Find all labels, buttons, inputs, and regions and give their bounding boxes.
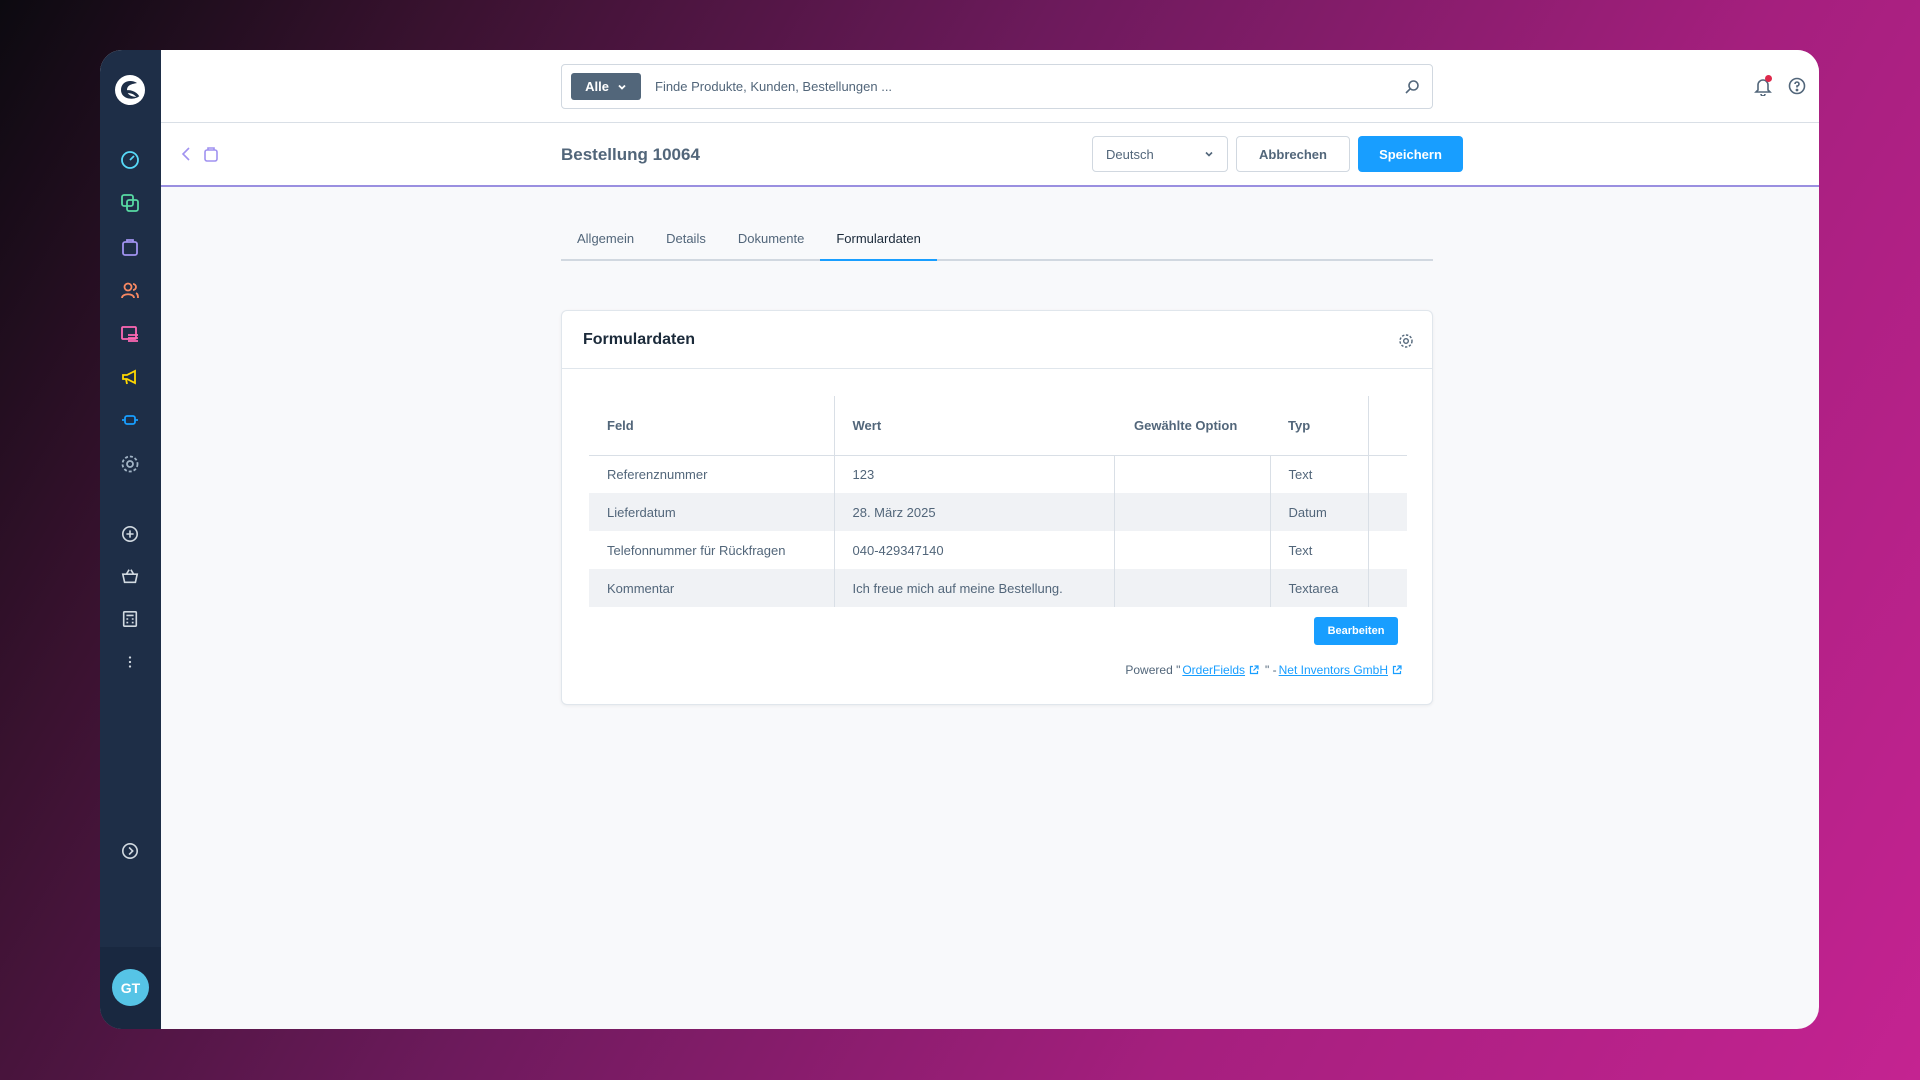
column-header-actions [1368,396,1407,456]
powered-prefix: Powered " [1125,663,1181,677]
tab-allgemein[interactable]: Allgemein [561,225,650,261]
global-search: Alle [561,64,1433,109]
tab-formulardaten[interactable]: Formulardaten [820,225,937,261]
column-header-feld: Feld [589,396,835,456]
search-icon[interactable] [1392,79,1432,95]
search-type-label: Alle [585,79,609,94]
basket-icon[interactable] [116,562,144,590]
back-navigation [179,145,219,168]
column-header-wert: Wert [834,396,1114,456]
tab-dokumente[interactable]: Dokumente [722,225,820,261]
top-bar: Alle [161,50,1819,123]
net-inventors-link[interactable]: Net Inventors GmbH [1279,663,1388,677]
powered-separator: " - [1265,663,1277,677]
cell-typ: Text [1270,531,1369,569]
catalogue-icon[interactable] [116,189,144,217]
orders-module-icon [203,145,219,168]
avatar[interactable]: GT [112,969,149,1006]
cell-feld: Kommentar [589,569,835,607]
form-data-table: Feld Wert Gewählte Option Typ Referenznu… [589,396,1407,607]
cell-actions [1368,531,1407,569]
table-row: Kommentar Ich freue mich auf meine Beste… [589,569,1407,607]
gear-icon[interactable] [1398,333,1414,349]
cancel-button[interactable]: Abbrechen [1236,136,1350,172]
cell-option [1114,455,1271,493]
column-header-option: Gewählte Option [1114,396,1270,456]
chevron-left-icon[interactable] [179,145,193,168]
cell-option [1114,569,1271,607]
sidebar: GT [100,50,161,1029]
cell-wert: Ich freue mich auf meine Bestellung. [834,569,1115,607]
save-button[interactable]: Speichern [1358,136,1463,172]
order-tabs: Allgemein Details Dokumente Formulardate… [561,225,1433,261]
chevron-down-icon [1205,151,1213,157]
cell-feld: Lieferdatum [589,493,835,531]
table-row: Lieferdatum 28. März 2025 Datum [589,493,1407,531]
collapse-sidebar-icon[interactable] [116,837,144,865]
cell-feld: Referenznummer [589,455,835,493]
calculator-icon[interactable] [116,605,144,633]
settings-icon[interactable] [116,450,144,478]
table-row: Referenznummer 123 Text [589,455,1407,493]
help-icon[interactable] [1787,76,1807,96]
sidebar-user-area: GT [100,947,161,1029]
cell-wert: 123 [834,455,1115,493]
search-type-dropdown[interactable]: Alle [571,73,641,100]
main-area: Alle Finde Produkte, Kunden, Bestellunge… [161,50,1819,1029]
language-select-value: Deutsch [1106,146,1154,162]
cell-actions [1368,493,1407,531]
form-data-card: Formulardaten Feld Wert Gewählte Option … [561,310,1433,705]
bell-icon[interactable] [1753,75,1773,96]
search-input[interactable] [641,65,1392,108]
cell-typ: Datum [1270,493,1369,531]
cell-option [1114,531,1271,569]
tab-details[interactable]: Details [650,225,722,261]
cell-feld: Telefonnummer für Rückfragen [589,531,835,569]
card-title: Formulardaten [583,331,696,348]
external-link-icon [1249,665,1259,675]
cell-actions [1368,569,1407,607]
shopware-logo[interactable] [110,70,150,110]
add-icon[interactable] [116,520,144,548]
table-row: Telefonnummer für Rückfragen 040-4293471… [589,531,1407,569]
customers-icon[interactable] [116,276,144,304]
smart-bar: Bestellung 10064 Deutsch Abbrechen Speic… [161,123,1819,187]
cell-actions [1368,455,1407,493]
admin-window: GT Alle Finde Produkte, Kunden, Bestellu… [100,50,1819,1029]
cell-wert: 28. März 2025 [834,493,1115,531]
edit-button[interactable]: Bearbeiten [1314,617,1398,645]
orders-icon[interactable] [116,233,144,261]
orderfields-link[interactable]: OrderFields [1182,663,1245,677]
language-select[interactable]: Deutsch [1092,136,1228,172]
marketing-icon[interactable] [116,363,144,391]
page-title: Bestellung 10064 [561,145,700,164]
column-header-typ: Typ [1270,396,1369,456]
notification-dot [1765,75,1772,82]
powered-by: Powered " OrderFields " - Net Inventors … [1125,663,1406,677]
external-link-icon [1392,665,1402,675]
more-icon[interactable] [116,648,144,676]
table-header-row: Feld Wert Gewählte Option Typ [589,396,1407,456]
chevron-down-icon [618,84,626,90]
top-actions [1753,75,1807,96]
cell-option [1114,493,1271,531]
dashboard-icon[interactable] [116,146,144,174]
card-header: Formulardaten [562,311,1432,369]
content-icon[interactable] [116,320,144,348]
cell-typ: Textarea [1270,569,1369,607]
cell-wert: 040-429347140 [834,531,1115,569]
extensions-icon[interactable] [116,406,144,434]
cell-typ: Text [1270,455,1369,493]
